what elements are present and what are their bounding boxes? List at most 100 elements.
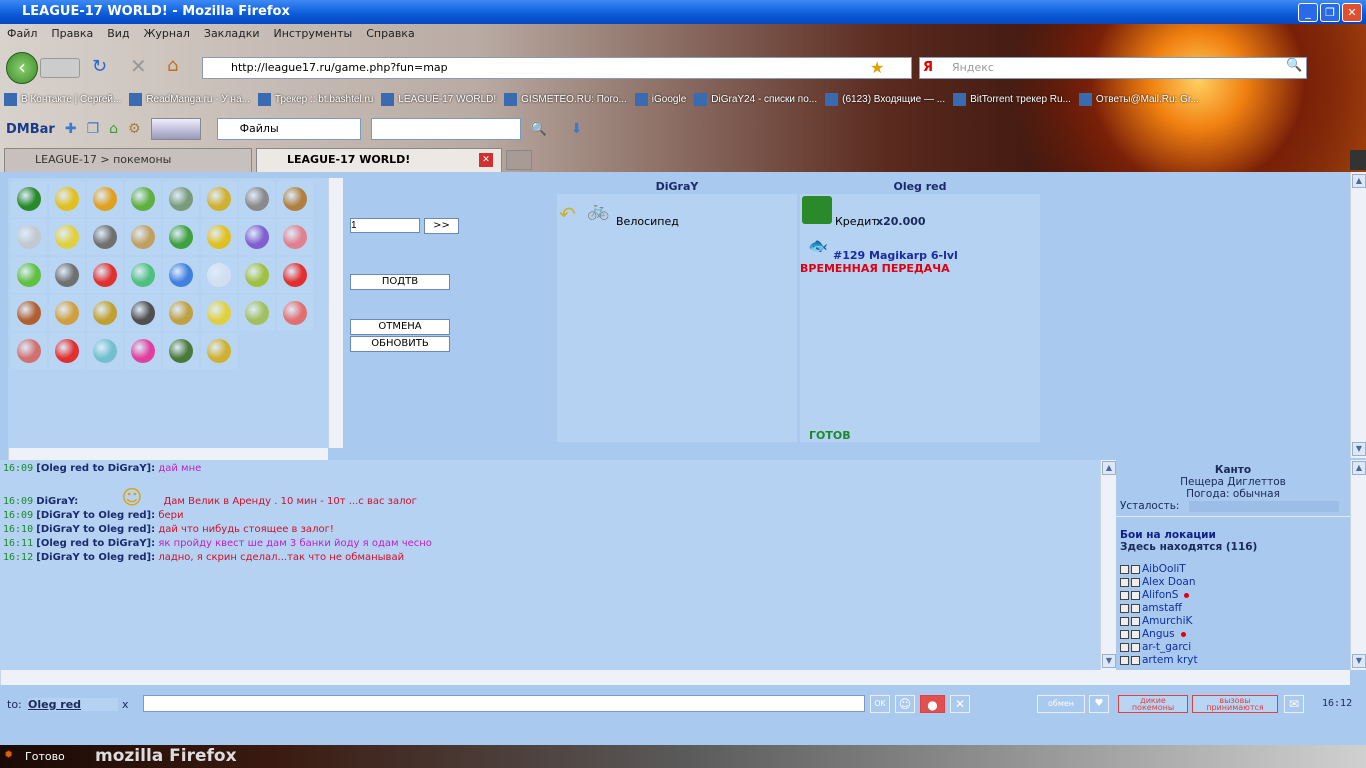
user-list-item[interactable]: ar-t_garci — [1116, 641, 1350, 654]
tools-icon[interactable]: ⚙ — [128, 121, 141, 137]
info-icon[interactable] — [1131, 577, 1140, 587]
inventory-item[interactable] — [201, 295, 237, 331]
alert-icon[interactable] — [1120, 616, 1129, 626]
alert-icon[interactable] — [1120, 590, 1129, 600]
user-name[interactable]: ar-t_garci — [1142, 641, 1191, 653]
bookmark-item[interactable]: LEAGUE-17 WORLD! — [381, 93, 496, 106]
chat-sender[interactable]: [DiGraY to Oleg red]: — [36, 510, 155, 521]
menu-item[interactable]: Вид — [107, 27, 129, 45]
inventory-item[interactable] — [125, 295, 161, 331]
bookmark-item[interactable]: (6123) Входящие — ... — [825, 93, 945, 106]
info-icon[interactable] — [1131, 564, 1140, 574]
inventory-item[interactable] — [163, 181, 199, 217]
inventory-item[interactable] — [239, 181, 275, 217]
user-list-item[interactable]: AlifonS — [1116, 589, 1350, 602]
horizontal-scrollbar[interactable] — [0, 670, 1350, 685]
cancel-button[interactable]: ОТМЕНА — [350, 319, 450, 335]
inventory-item[interactable] — [87, 257, 123, 293]
inventory-item[interactable] — [277, 295, 313, 331]
location-battles-link[interactable]: Бои на локации — [1116, 529, 1350, 541]
home-icon[interactable]: ⌂ — [167, 55, 178, 76]
user-icon[interactable]: ● — [920, 695, 945, 713]
alert-icon[interactable] — [1120, 603, 1129, 613]
inventory-item[interactable] — [49, 219, 85, 255]
menu-item[interactable]: Файл — [7, 27, 37, 45]
new-tab-button[interactable] — [506, 150, 532, 170]
bookmark-item[interactable]: Ответы@Mail.Ru: Gr... — [1078, 93, 1199, 106]
inventory-item[interactable] — [125, 257, 161, 293]
plus-icon[interactable]: ✚ — [65, 121, 77, 137]
wild-pokemon-button[interactable]: дикие покемоны — [1118, 695, 1188, 713]
tab-list-button[interactable] — [1350, 150, 1366, 170]
inventory-scrollbar[interactable] — [328, 178, 343, 448]
chat-sender[interactable]: [DiGraY to Oleg red]: — [36, 524, 155, 535]
mail-icon[interactable]: ✉ — [1284, 695, 1304, 713]
send-ok-button[interactable]: OK — [870, 695, 890, 713]
chat-sender[interactable]: [Oleg red to DiGraY]: — [36, 463, 155, 474]
inventory-item[interactable] — [239, 219, 275, 255]
search-input[interactable]: Яндекс — [919, 57, 1307, 79]
inventory-item[interactable] — [87, 333, 123, 369]
tab-world[interactable]: LEAGUE-17 WORLD! ✕ — [256, 148, 502, 172]
chat-sender[interactable]: [Oleg red to DiGraY]: — [36, 538, 155, 549]
dm-search-icon[interactable]: 🔍 — [531, 122, 547, 137]
inventory-hscrollbar[interactable] — [8, 448, 328, 460]
dm-search-input[interactable] — [370, 118, 521, 140]
user-name[interactable]: AlifonS — [1142, 589, 1178, 601]
inventory-item[interactable] — [87, 219, 123, 255]
menu-item[interactable]: Правка — [51, 27, 93, 45]
inventory-item[interactable] — [11, 219, 47, 255]
user-name[interactable]: Alex Doan — [1142, 576, 1196, 588]
user-name[interactable]: artem kryt — [1142, 654, 1198, 666]
inventory-item[interactable] — [163, 333, 199, 369]
user-list-item[interactable]: Alex Doan — [1116, 576, 1350, 589]
user-list-item[interactable]: artem kryt — [1116, 654, 1350, 667]
recipient-name[interactable]: Oleg red — [28, 698, 118, 711]
tab-pokemons[interactable]: LEAGUE-17 > покемоны — [4, 148, 252, 172]
info-icon[interactable] — [1131, 655, 1140, 665]
menu-item[interactable]: Закладки — [204, 27, 260, 45]
inventory-item[interactable] — [163, 295, 199, 331]
quantity-input[interactable] — [350, 218, 420, 233]
bookmark-item[interactable]: BitTorrent трекер Ru... — [953, 93, 1071, 106]
menu-item[interactable]: Журнал — [144, 27, 190, 45]
close-button[interactable]: ✕ — [1342, 3, 1362, 22]
user-list-item[interactable]: Angus — [1116, 628, 1350, 641]
accepting-calls-button[interactable]: вызовы принимаются — [1192, 695, 1278, 713]
user-list-item[interactable]: AmurchiK — [1116, 615, 1350, 628]
stop-icon[interactable]: ✕ — [130, 54, 147, 78]
info-icon[interactable] — [1131, 642, 1140, 652]
menu-item[interactable]: Инструменты — [274, 27, 353, 45]
info-icon[interactable] — [1131, 590, 1140, 600]
page-scrollbar[interactable]: ▲ ▼ — [1350, 172, 1366, 458]
alert-icon[interactable] — [1120, 629, 1129, 639]
files-dropdown[interactable]: Файлы — [216, 118, 361, 140]
bookmark-item[interactable]: iGoogle — [634, 93, 686, 106]
inventory-item[interactable] — [49, 333, 85, 369]
confirm-button[interactable]: ПОДТВ — [350, 274, 450, 290]
user-name[interactable]: Angus — [1142, 628, 1175, 640]
inventory-item[interactable] — [239, 295, 275, 331]
inventory-item[interactable] — [277, 181, 313, 217]
add-button[interactable]: >> — [424, 218, 459, 234]
chat-sender[interactable]: DiGraY: — [36, 496, 78, 507]
alert-icon[interactable] — [1120, 655, 1129, 665]
bookmark-item[interactable]: DiGraY24 - списки по... — [694, 93, 817, 106]
heart-icon[interactable]: ♥ — [1089, 695, 1109, 713]
user-name[interactable]: amstaff — [1142, 602, 1182, 614]
bookmark-item[interactable]: ReadManga.ru - У на... — [129, 93, 250, 106]
inventory-item[interactable] — [11, 257, 47, 293]
inventory-item[interactable] — [49, 181, 85, 217]
inventory-item[interactable] — [87, 181, 123, 217]
inventory-item[interactable] — [201, 257, 237, 293]
alert-icon[interactable] — [1120, 564, 1129, 574]
inventory-item[interactable] — [277, 219, 313, 255]
inventory-item[interactable] — [201, 219, 237, 255]
maximize-button[interactable]: ❐ — [1320, 3, 1340, 22]
inventory-item[interactable] — [11, 333, 47, 369]
chat-scrollbar[interactable]: ▲ ▼ — [1100, 460, 1116, 670]
inventory-item[interactable] — [125, 181, 161, 217]
home-dm-icon[interactable]: ⌂ — [109, 121, 118, 137]
clear-recipient[interactable]: x — [122, 698, 129, 711]
reload-icon[interactable]: ↻ — [92, 56, 107, 77]
